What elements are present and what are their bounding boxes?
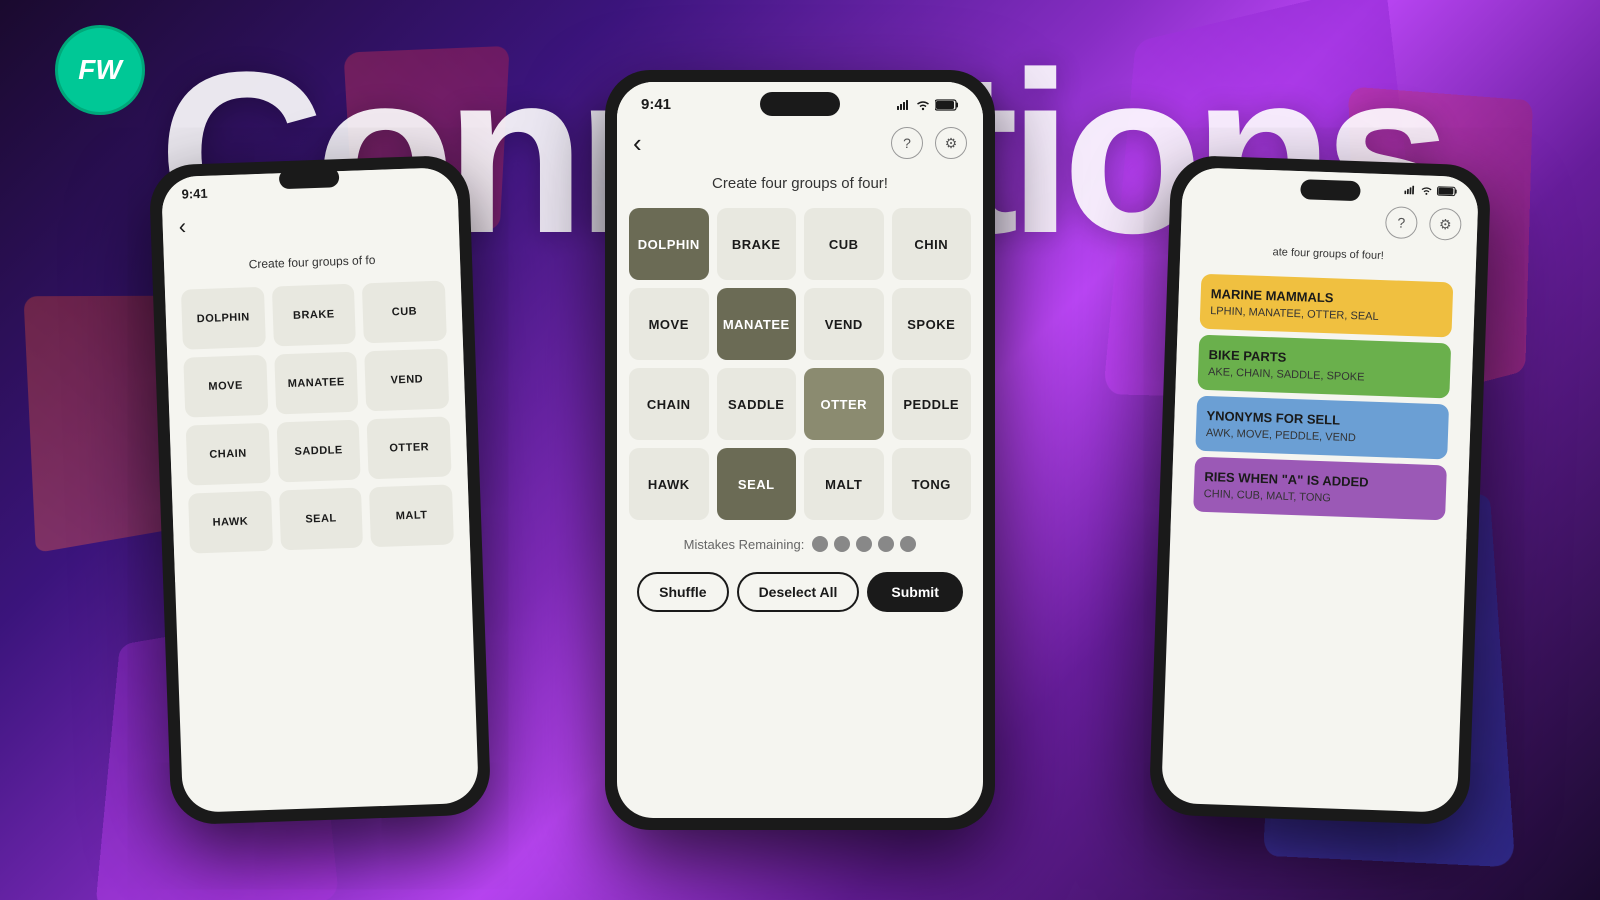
right-signal-icon (1404, 185, 1416, 195)
submit-button[interactable]: Submit (867, 572, 962, 612)
word-tile-spoke[interactable]: SPOKE (892, 288, 972, 360)
help-button[interactable]: ? (891, 127, 923, 159)
center-word-grid: DOLPHINBRAKECUBCHIN MOVEMANATEEVENDSPOKE C… (629, 208, 971, 520)
word-tile-malt[interactable]: MALT (804, 448, 884, 520)
left-tile-vend[interactable]: VEND (365, 348, 450, 411)
left-tile-dolphin[interactable]: DOLPHIN (181, 287, 266, 350)
left-tile-brake[interactable]: BRAKE (272, 284, 357, 347)
wifi-icon (916, 99, 930, 111)
action-buttons: Shuffle Deselect All Submit (629, 564, 971, 620)
word-tile-chin[interactable]: CHIN (892, 208, 972, 280)
center-nav-bar: ‹ ? ⚙ (617, 119, 983, 167)
left-game-title: Create four groups of fo (180, 251, 444, 274)
word-tile-move[interactable]: MOVE (629, 288, 709, 360)
phones-container: 9:41 ‹ Create four groups of fo DOLPHINB… (0, 0, 1600, 900)
word-tile-dolphin[interactable]: DOLPHIN (629, 208, 709, 280)
right-game-title: ate four groups of four! (1190, 243, 1466, 265)
left-tile-move[interactable]: MOVE (183, 355, 268, 418)
result-card-blue: YNONYMS FOR SELLAWK, MOVE, PEDDLE, VEND (1195, 396, 1449, 460)
left-tile-malt[interactable]: MALT (369, 484, 454, 547)
phone-left-screen: 9:41 ‹ Create four groups of fo DOLPHINB… (161, 167, 479, 813)
result-card-purple: RIES WHEN "A" IS ADDEDCHIN, CUB, MALT, T… (1193, 457, 1447, 521)
signal-icon (897, 100, 911, 110)
right-settings-button[interactable]: ⚙ (1429, 208, 1462, 241)
mistakes-row: Mistakes Remaining: (629, 536, 971, 552)
word-tile-tong[interactable]: TONG (892, 448, 972, 520)
left-tile-saddle[interactable]: SADDLE (276, 420, 361, 483)
left-tile-manatee[interactable]: MANATEE (274, 352, 359, 415)
right-wifi-icon (1420, 185, 1432, 195)
mistake-dot-2 (834, 536, 850, 552)
mistake-dot-5 (900, 536, 916, 552)
left-tile-otter[interactable]: OTTER (367, 416, 452, 479)
phone-left: 9:41 ‹ Create four groups of fo DOLPHINB… (149, 155, 492, 826)
mistake-dot-3 (856, 536, 872, 552)
left-tile-hawk[interactable]: HAWK (188, 491, 273, 554)
result-words-blue: AWK, MOVE, PEDDLE, VEND (1206, 427, 1438, 447)
deselect-button[interactable]: Deselect All (737, 572, 860, 612)
word-tile-brake[interactable]: BRAKE (717, 208, 797, 280)
phone-center: 9:41 ‹ ? ⚙ Create four groups of four! (605, 70, 995, 830)
word-tile-chain[interactable]: CHAIN (629, 368, 709, 440)
settings-button[interactable]: ⚙ (935, 127, 967, 159)
word-tile-saddle[interactable]: SADDLE (717, 368, 797, 440)
center-game-title: Create four groups of four! (629, 175, 971, 192)
result-words-yellow: LPHIN, MANATEE, OTTER, SEAL (1210, 305, 1442, 325)
word-tile-otter[interactable]: OTTER (804, 368, 884, 440)
result-card-green: BIKE PARTSAKE, CHAIN, SADDLE, SPOKE (1197, 335, 1451, 399)
result-card-yellow: MARINE MAMMALSLPHIN, MANATEE, OTTER, SEA… (1200, 274, 1454, 338)
result-words-purple: CHIN, CUB, MALT, TONG (1204, 488, 1436, 508)
right-game-content: ate four groups of four! MARINE MAMMALSL… (1171, 239, 1477, 539)
right-battery-icon (1436, 186, 1458, 197)
word-tile-cub[interactable]: CUB (804, 208, 884, 280)
left-back-button[interactable]: ‹ (178, 214, 186, 240)
right-nav-icons: ? ⚙ (1385, 206, 1462, 241)
center-game-content: Create four groups of four! DOLPHINBRAKE… (617, 167, 983, 628)
center-back-button[interactable]: ‹ (633, 128, 642, 159)
word-tile-seal[interactable]: SEAL (717, 448, 797, 520)
left-tile-chain[interactable]: CHAIN (186, 423, 271, 486)
fw-logo: FW (55, 25, 145, 115)
right-help-button[interactable]: ? (1385, 206, 1418, 239)
mistake-dots (812, 536, 916, 552)
shuffle-button[interactable]: Shuffle (637, 572, 728, 612)
right-results: MARINE MAMMALSLPHIN, MANATEE, OTTER, SEA… (1181, 265, 1466, 534)
left-word-grid: DOLPHINBRAKECUB MOVEMANATEEVEND CHAINSADDL… (181, 281, 454, 554)
mistake-dot-4 (878, 536, 894, 552)
word-tile-manatee[interactable]: MANATEE (717, 288, 797, 360)
word-tile-hawk[interactable]: HAWK (629, 448, 709, 520)
mistakes-label: Mistakes Remaining: (684, 537, 805, 552)
word-tile-peddle[interactable]: PEDDLE (892, 368, 972, 440)
mistake-dot-1 (812, 536, 828, 552)
left-phone-time: 9:41 (181, 186, 208, 202)
phone-center-screen: 9:41 ‹ ? ⚙ Create four groups of four! (617, 82, 983, 818)
phone-right: ? ⚙ ate four groups of four! MARINE MAMM… (1149, 155, 1492, 826)
phone-right-screen: ? ⚙ ate four groups of four! MARINE MAMM… (1161, 167, 1479, 813)
center-phone-time: 9:41 (641, 96, 671, 113)
center-nav-icons: ? ⚙ (891, 127, 967, 159)
result-words-green: AKE, CHAIN, SADDLE, SPOKE (1208, 366, 1440, 386)
left-game-content: Create four groups of fo DOLPHINBRAKECUB… (163, 238, 470, 582)
word-tile-vend[interactable]: VEND (804, 288, 884, 360)
left-tile-seal[interactable]: SEAL (279, 488, 364, 551)
battery-icon (935, 99, 959, 111)
left-tile-cub[interactable]: CUB (362, 281, 447, 344)
